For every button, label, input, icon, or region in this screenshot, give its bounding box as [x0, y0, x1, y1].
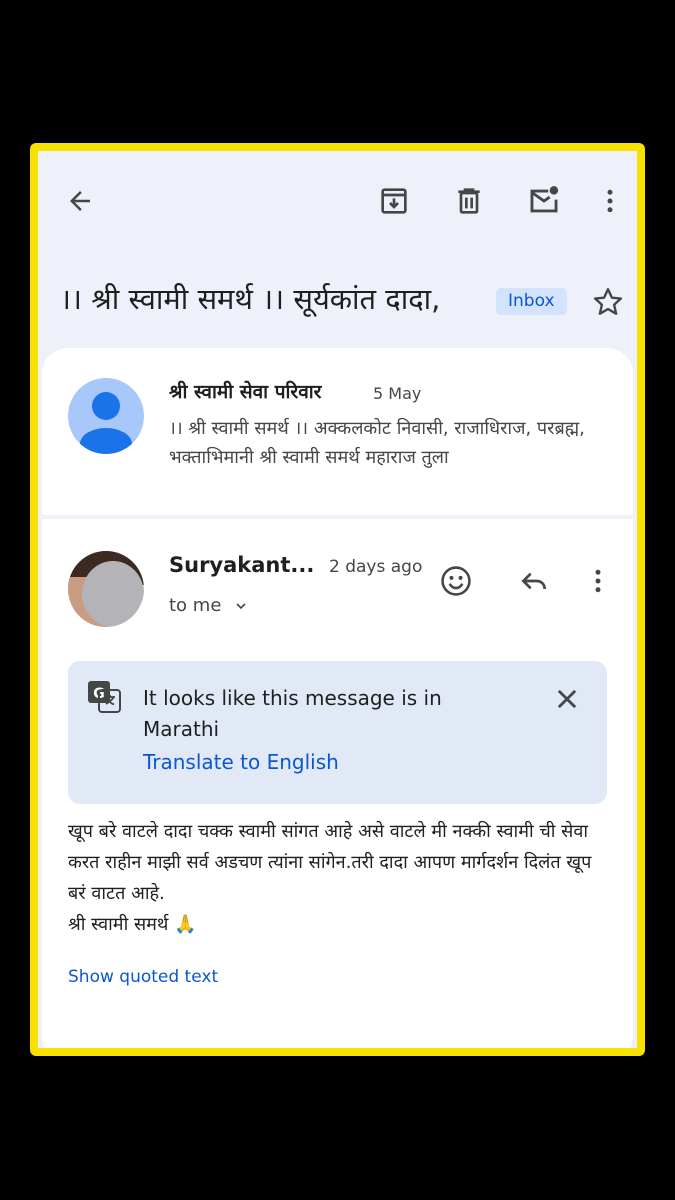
person-icon: [80, 392, 132, 454]
collapsed-message-card[interactable]: श्री स्वामी सेवा परिवार 5 May ।। श्री स्…: [42, 348, 633, 515]
sender-avatar: [68, 378, 144, 454]
back-button[interactable]: [58, 179, 102, 223]
recipient-label: to me: [169, 595, 222, 616]
email-view-frame: ।। श्री स्वामी समर्थ ।। सूर्यकांत दादा, …: [30, 143, 645, 1056]
message-time: 2 days ago: [329, 557, 423, 577]
more-vert-icon: [607, 189, 613, 213]
star-icon: [593, 288, 623, 315]
archive-icon: [381, 188, 407, 214]
translate-banner: G It looks like this message is in Marat…: [68, 661, 607, 804]
top-toolbar: [38, 151, 637, 251]
sender-avatar-photo[interactable]: [68, 551, 144, 627]
subject-row: ।। श्री स्वामी समर्थ ।। सूर्यकांत दादा, …: [38, 269, 637, 329]
recipient-details-toggle[interactable]: to me: [169, 595, 249, 616]
collapsed-message-snippet: ।। श्री स्वामी समर्थ ।। अक्कलकोट निवासी,…: [169, 418, 585, 468]
archive-button[interactable]: [372, 179, 416, 223]
emoji-icon: [441, 566, 471, 596]
more-options-button[interactable]: [588, 179, 632, 223]
reply-icon: [521, 572, 546, 590]
mark-unread-button[interactable]: [522, 179, 566, 223]
add-reaction-button[interactable]: [434, 559, 478, 603]
sender-name: Suryakant...: [169, 553, 315, 577]
delete-button[interactable]: [447, 179, 491, 223]
translate-link[interactable]: Translate to English: [143, 750, 339, 774]
email-subject: ।। श्री स्वामी समर्थ ।। सूर्यकांत दादा,: [60, 282, 441, 316]
google-translate-icon: G: [88, 681, 121, 713]
more-vert-icon: [595, 569, 601, 593]
message-body: खूप बरे वाटले दादा चक्क स्वामी सांगत आहे…: [68, 821, 592, 935]
collapsed-sender-name: श्री स्वामी सेवा परिवार: [169, 381, 322, 403]
translate-message: It looks like this message is in Marathi: [143, 686, 442, 741]
mark-unread-icon: [530, 186, 559, 213]
avatar-blur-mask: [82, 561, 144, 627]
star-button[interactable]: [590, 284, 626, 320]
delete-icon: [458, 188, 480, 214]
back-arrow-icon: [70, 191, 90, 211]
close-icon: [557, 689, 577, 709]
show-quoted-text-link[interactable]: Show quoted text: [68, 967, 218, 987]
collapsed-message-date: 5 May: [373, 384, 422, 403]
reply-button[interactable]: [512, 559, 556, 603]
message-more-button[interactable]: [576, 559, 620, 603]
inbox-label-chip[interactable]: Inbox: [496, 288, 567, 315]
chevron-down-icon: [236, 603, 246, 610]
expanded-message-card: Suryakant... 2 days ago to me G It looks…: [42, 519, 633, 1048]
dismiss-translate-button[interactable]: [547, 679, 587, 719]
